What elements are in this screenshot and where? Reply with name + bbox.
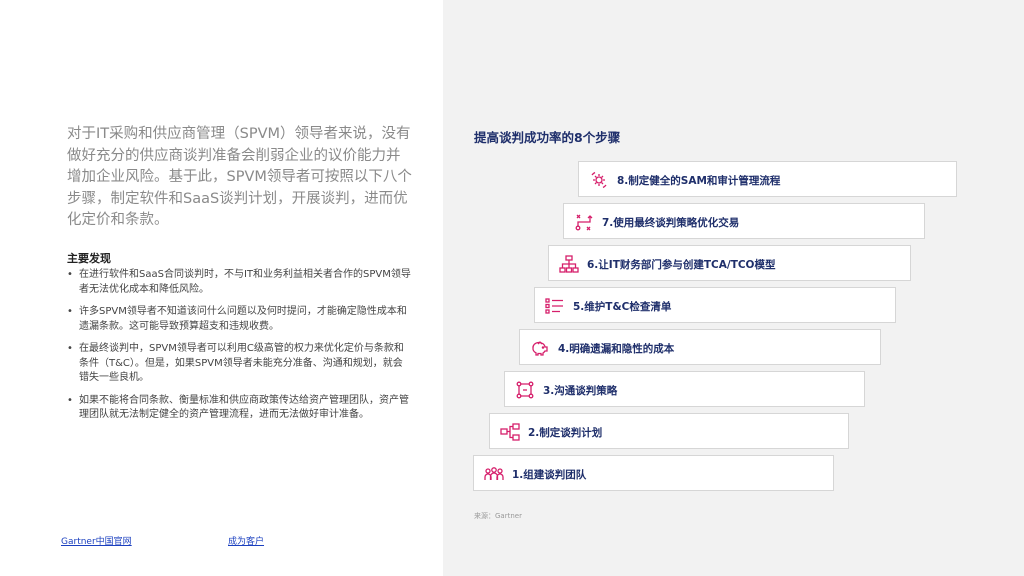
bullet: • — [67, 269, 73, 280]
left-panel: 对于IT采购和供应商管理（SPVM）领导者来说，没有做好充分的供应商谈判准备会削… — [0, 0, 443, 576]
step-label: 6.让IT财务部门参与创建TCA/TCO模型 — [587, 259, 776, 271]
step-label: 7.使用最终谈判策略优化交易 — [602, 217, 740, 229]
step-3[interactable]: 3.沟通谈判策略 — [504, 371, 865, 407]
step-6[interactable]: 6.让IT财务部门参与创建TCA/TCO模型 — [548, 245, 911, 281]
finding-text: 如果不能将合同条款、衡量标准和供应商政策传达给资产管理团队，资产管理团队就无法制… — [79, 394, 409, 421]
finding-item: • 在最终谈判中，SPVM领导者可以利用C级高管的权力来优化定价与条款和条件（T&… — [67, 342, 412, 386]
findings-title: 主要发现 — [67, 252, 111, 265]
checklist-icon — [545, 297, 565, 315]
findings-list: • 在进行软件和SaaS合同谈判时，不与IT和业务利益相关者合作的SPVM领导者无… — [67, 268, 412, 431]
piggy-bank-icon — [530, 339, 550, 357]
step-label: 5.维护T&C检查清单 — [573, 301, 672, 313]
step-2[interactable]: 2.制定谈判计划 — [489, 413, 849, 449]
finding-item: • 许多SPVM领导者不知道该问什么问题以及何时提问，才能确定隐性成本和遗漏条款。… — [67, 305, 412, 334]
step-label: 3.沟通谈判策略 — [543, 385, 618, 397]
step-7[interactable]: 7.使用最终谈判策略优化交易 — [563, 203, 925, 239]
strategy-flow-icon — [574, 213, 594, 231]
finding-item: • 在进行软件和SaaS合同谈判时，不与IT和业务利益相关者合作的SPVM领导者无… — [67, 268, 412, 297]
gear-cycle-icon — [589, 171, 609, 189]
finding-text: 在进行软件和SaaS合同谈判时，不与IT和业务利益相关者合作的SPVM领导者无法… — [79, 269, 411, 295]
gartner-china-link[interactable]: Gartner中国官网 — [61, 534, 132, 547]
step-5[interactable]: 5.维护T&C检查清单 — [534, 287, 896, 323]
bullet: • — [67, 394, 73, 406]
become-customer-link[interactable]: 成为客户 — [228, 534, 264, 547]
steps-title: 提高谈判成功率的8个步骤 — [474, 130, 621, 145]
communication-flow-icon — [515, 381, 535, 399]
source-note: 来源：Gartner — [474, 512, 522, 520]
team-icon — [484, 465, 504, 483]
bullet: • — [67, 306, 73, 317]
step-4[interactable]: 4.明确遗漏和隐性的成本 — [519, 329, 881, 365]
finding-text: 在最终谈判中，SPVM领导者可以利用C级高管的权力来优化定价与条款和条件（T&C… — [79, 343, 404, 383]
step-label: 4.明确遗漏和隐性的成本 — [558, 343, 675, 355]
step-label: 1.组建谈判团队 — [512, 469, 587, 481]
step-label: 8.制定健全的SAM和审计管理流程 — [617, 175, 781, 187]
org-chart-icon — [559, 255, 579, 273]
intro-paragraph: 对于IT采购和供应商管理（SPVM）领导者来说，没有做好充分的供应商谈判准备会削… — [67, 126, 412, 228]
finding-text: 许多SPVM领导者不知道该问什么问题以及何时提问，才能确定隐性成本和遗漏条款。这… — [79, 306, 407, 332]
step-1[interactable]: 1.组建谈判团队 — [473, 455, 834, 491]
plan-flow-icon — [500, 423, 520, 441]
step-label: 2.制定谈判计划 — [528, 427, 603, 439]
step-8[interactable]: 8.制定健全的SAM和审计管理流程 — [578, 161, 957, 197]
bullet: • — [67, 343, 73, 354]
finding-item: • 如果不能将合同条款、衡量标准和供应商政策传达给资产管理团队，资产管理团队就无法… — [67, 394, 412, 423]
